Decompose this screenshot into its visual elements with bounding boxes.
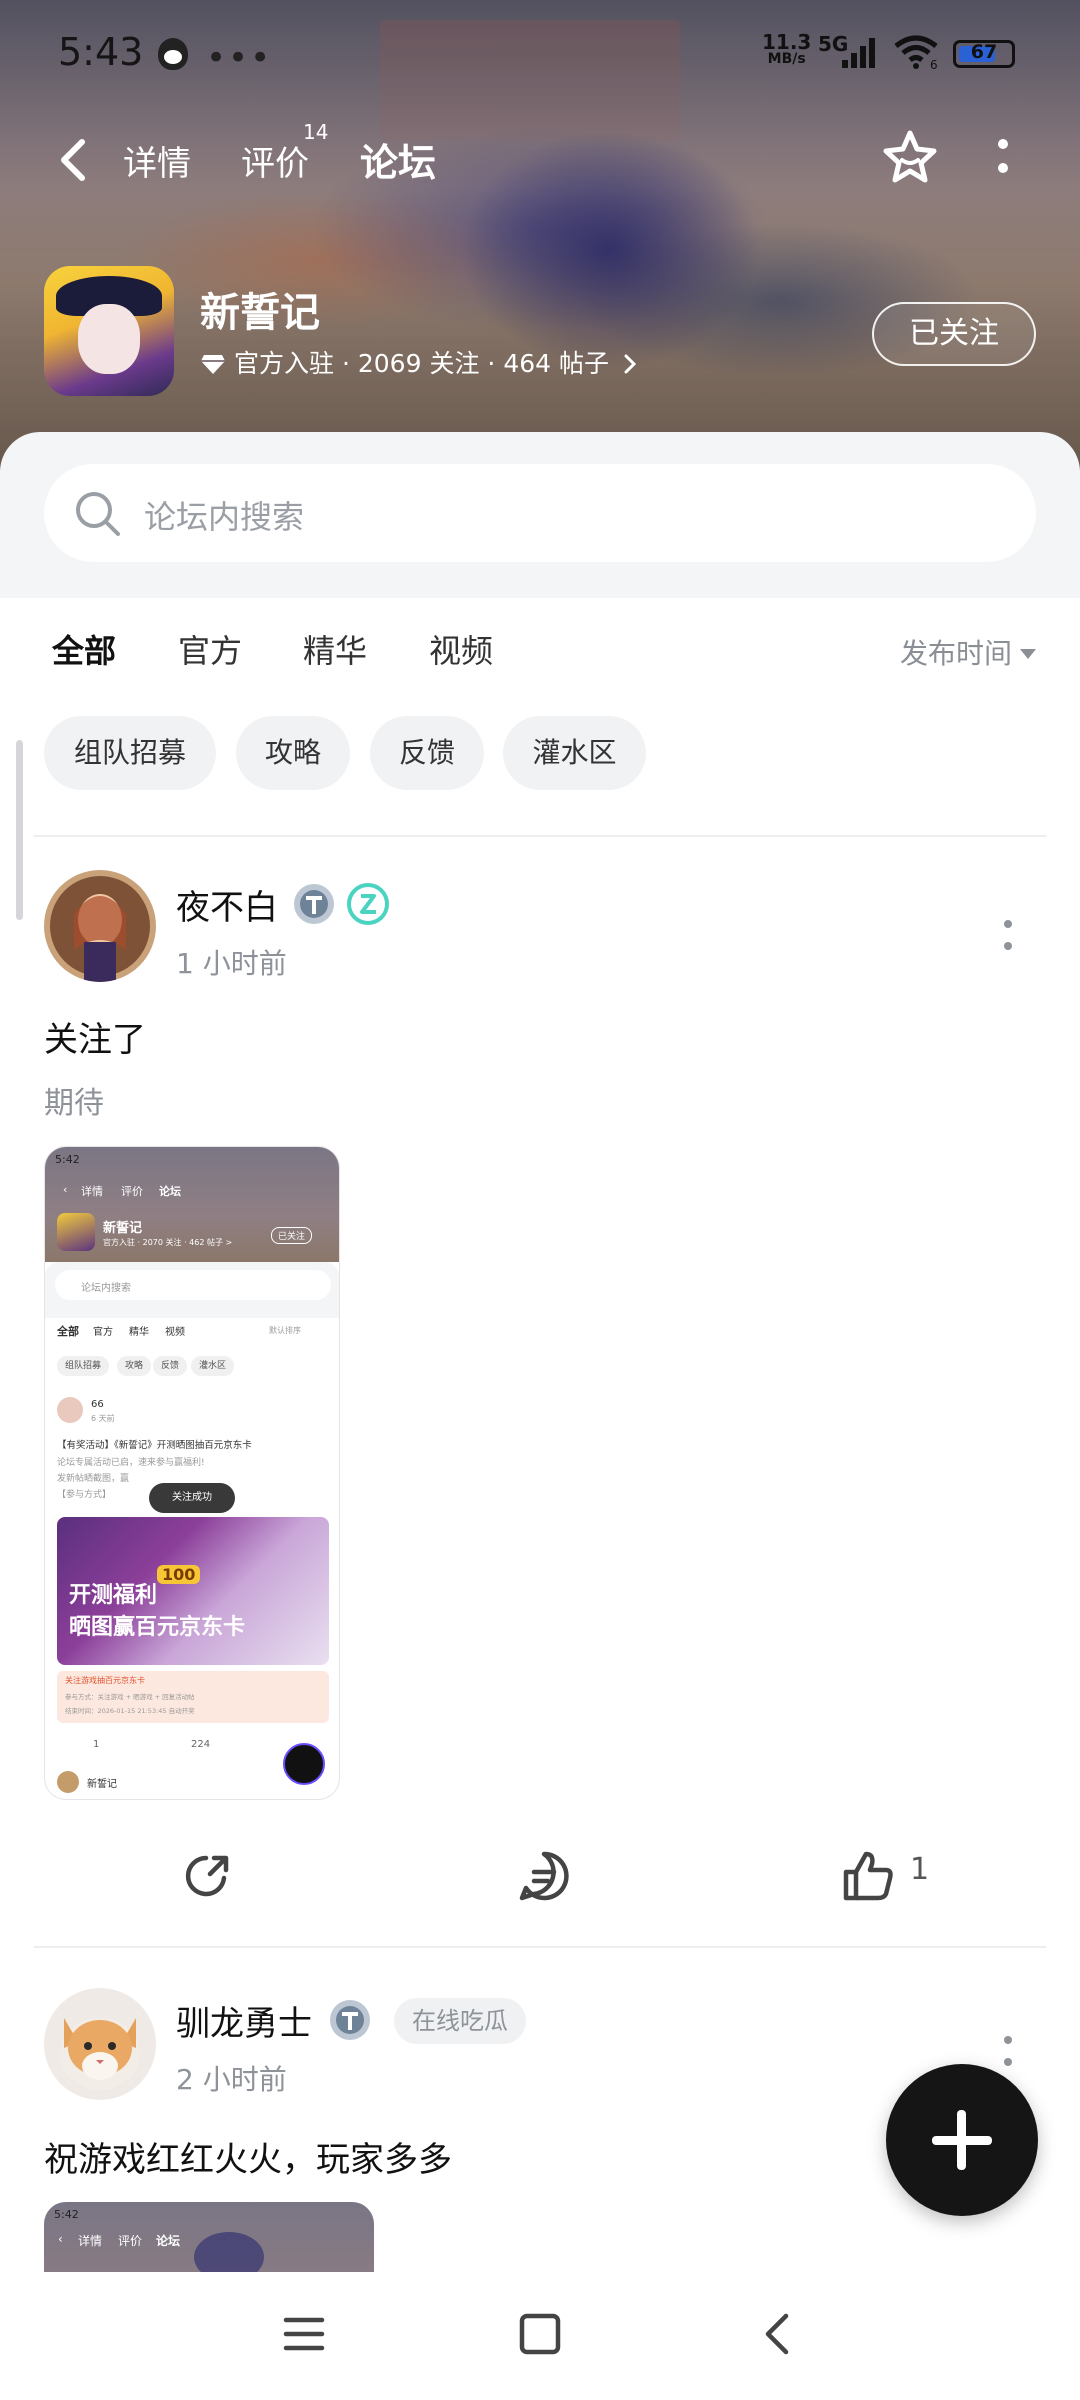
scrollbar[interactable]: [16, 740, 23, 920]
battery-icon: 67: [953, 40, 1015, 68]
medal-badge-icon: [347, 883, 389, 925]
post-title: 关注了: [44, 1020, 146, 1060]
more-notifications-icon: •••: [206, 38, 273, 78]
chip-team-recruit[interactable]: 组队招募: [44, 716, 216, 790]
search-panel: 论坛内搜索: [0, 432, 1080, 598]
svg-text:6: 6: [930, 58, 938, 70]
post-actions: 1: [0, 1828, 1080, 1918]
post-author[interactable]: 夜不白: [176, 880, 278, 929]
post-time: 1 小时前: [176, 947, 287, 980]
post-more-icon[interactable]: [1000, 2032, 1016, 2072]
search-input[interactable]: 论坛内搜索: [44, 464, 1036, 562]
tab-reviews[interactable]: 评价: [241, 136, 309, 185]
filter-tab-official[interactable]: 官方: [178, 626, 242, 672]
status-bar: 5:43 ••• 11.3 MB/s 5G 6 67: [0, 0, 1080, 100]
avatar[interactable]: [44, 1988, 156, 2100]
post-image[interactable]: 5:42 ‹ 详情 评价 论坛 新誓记 官方入驻 · 2070 关注 · 462…: [44, 1146, 340, 1800]
chip-chat[interactable]: 灌水区: [503, 716, 646, 790]
post-author[interactable]: 驯龙勇士: [176, 1996, 312, 2045]
system-nav-bar: [0, 2272, 1080, 2400]
diamond-icon: [201, 355, 225, 374]
like-count: 1: [910, 1852, 930, 1887]
chip-feedback[interactable]: 反馈: [370, 716, 484, 790]
avatar[interactable]: [44, 870, 156, 982]
new-post-button[interactable]: [882, 2060, 1054, 2232]
divider: [34, 835, 1046, 837]
follow-button[interactable]: 已关注: [872, 302, 1036, 366]
clock: 5:43: [58, 30, 144, 74]
search-placeholder: 论坛内搜索: [144, 498, 305, 536]
tab-details[interactable]: 详情: [123, 136, 191, 185]
favorite-star-icon[interactable]: [880, 128, 940, 188]
category-chips: 组队招募 攻略 反馈 灌水区: [0, 716, 1080, 792]
chevron-right-icon: [624, 354, 637, 374]
game-icon[interactable]: [44, 266, 174, 396]
caret-down-icon: [1020, 649, 1037, 659]
post-time: 2 小时前: [176, 2063, 287, 2096]
signal-icon: [842, 38, 875, 68]
wifi-icon: 6: [894, 35, 938, 70]
game-meta[interactable]: 官方入驻 · 2069 关注 · 464 帖子: [200, 344, 639, 380]
network-speed: 11.3 MB/s: [762, 30, 812, 67]
comment-icon: [519, 1851, 569, 1901]
chip-guides[interactable]: 攻略: [236, 716, 350, 790]
game-info: 新誓记 官方入驻 · 2069 关注 · 464 帖子 已关注: [44, 266, 1044, 396]
filter-tab-featured[interactable]: 精华: [303, 626, 367, 672]
tab-forum[interactable]: 论坛: [360, 132, 436, 191]
back-icon[interactable]: [756, 2312, 800, 2356]
back-arrow-icon[interactable]: [54, 138, 94, 182]
qq-icon: [158, 38, 188, 70]
sort-dropdown[interactable]: 发布时间: [900, 632, 1037, 672]
posts-count: 464 帖子: [503, 349, 609, 378]
like-button[interactable]: [820, 1828, 960, 1918]
game-name: 新誓记: [200, 290, 320, 336]
more-options-icon[interactable]: [988, 136, 1018, 182]
level-badge-icon: [294, 884, 334, 924]
thumbs-up-icon: [843, 1851, 893, 1901]
review-count-badge: 14: [303, 120, 329, 144]
level-badge-icon: [330, 2000, 370, 2040]
filter-tab-video[interactable]: 视频: [429, 626, 493, 672]
menu-icon[interactable]: [282, 2312, 326, 2356]
share-button[interactable]: [150, 1828, 270, 1918]
user-title-tag: 在线吃瓜: [394, 1998, 526, 2044]
search-icon: [76, 492, 120, 536]
followers-count: 2069 关注: [357, 349, 480, 378]
post-title: 祝游戏红红火火，玩家多多: [44, 2140, 452, 2180]
filter-tab-all[interactable]: 全部: [52, 626, 116, 678]
official-label: 官方入驻: [234, 349, 335, 378]
top-nav: 详情 评价 14 论坛: [0, 120, 1080, 200]
game-header-banner: 5:43 ••• 11.3 MB/s 5G 6 67 详情 评价 14 论坛 新…: [0, 0, 1080, 470]
share-icon: [185, 1855, 229, 1897]
post-body: 期待: [44, 1086, 104, 1121]
comment-button[interactable]: [486, 1828, 606, 1918]
post-more-icon[interactable]: [1000, 916, 1016, 956]
home-icon[interactable]: [518, 2312, 562, 2356]
filter-tabs: 全部 官方 精华 视频 发布时间: [0, 598, 1080, 698]
divider: [34, 1946, 1046, 1948]
